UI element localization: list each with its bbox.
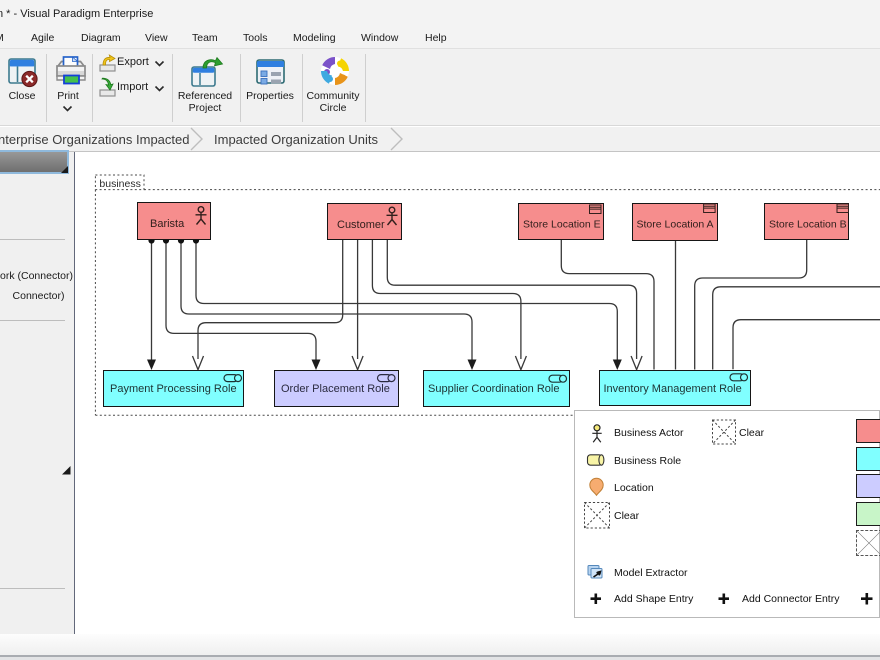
svg-text:Barista: Barista bbox=[150, 218, 185, 230]
svg-text:Order Placement Role: Order Placement Role bbox=[281, 383, 390, 395]
svg-text:Inventory Management Role: Inventory Management Role bbox=[604, 383, 742, 395]
svg-text:Payment Processing Role: Payment Processing Role bbox=[110, 383, 237, 395]
svg-text:Store Location B: Store Location B bbox=[769, 219, 847, 231]
svg-text:Store Location A: Store Location A bbox=[637, 219, 714, 231]
svg-text:Store Location E: Store Location E bbox=[523, 219, 601, 231]
svg-text:Customer: Customer bbox=[337, 219, 385, 231]
svg-text:Supplier Coordination Role: Supplier Coordination Role bbox=[428, 383, 559, 395]
